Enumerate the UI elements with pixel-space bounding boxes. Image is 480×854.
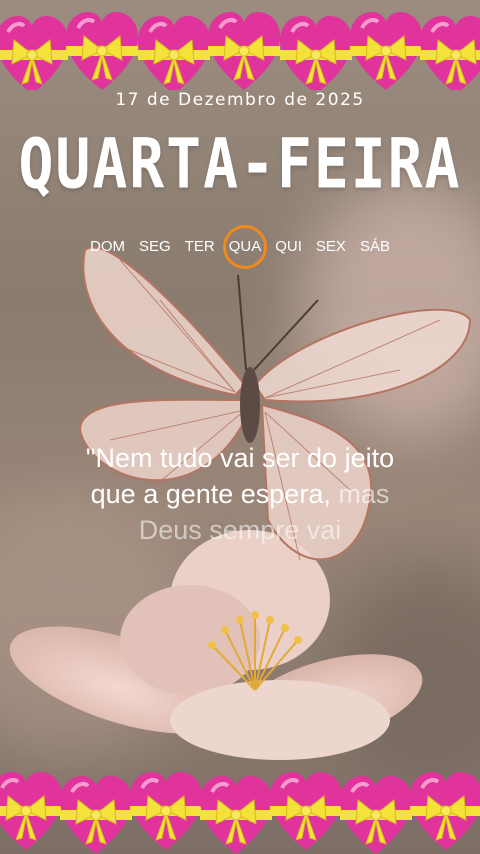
quote-line-2-fade: mas [338, 479, 390, 509]
quote-line-1: "Nem tudo vai ser do jeito [85, 443, 395, 473]
heart-with-ribbon-icon [0, 770, 64, 852]
heart-border-top [0, 0, 480, 90]
weekday-qua-active: QUA [222, 225, 269, 269]
weekday-ter: TER [184, 238, 215, 255]
quote-line-2-main: que a gente espera, [90, 479, 339, 509]
weekday-sex: SEX [315, 238, 346, 255]
quote-line-3: Deus sempre vai [138, 515, 342, 545]
quote-text: "Nem tudo vai ser do jeito que a gente e… [0, 440, 480, 548]
weekday-sab: SÁB [359, 238, 390, 255]
date-line: 17 de Dezembro de 2025 [115, 90, 365, 110]
heart-border-bottom [0, 764, 480, 854]
weekday-selector: DOM SEG TER QUA QUI SEX SÁB [0, 225, 480, 269]
weekday-qui: QUI [275, 238, 302, 255]
weekday-seg: SEG [139, 238, 171, 255]
quote-line-2: que a gente espera, mas [0, 476, 480, 512]
weekday-title: QUARTA-FEIRA [18, 124, 462, 205]
heart-with-ribbon-icon [0, 14, 70, 90]
weekday-dom: DOM [90, 238, 126, 255]
